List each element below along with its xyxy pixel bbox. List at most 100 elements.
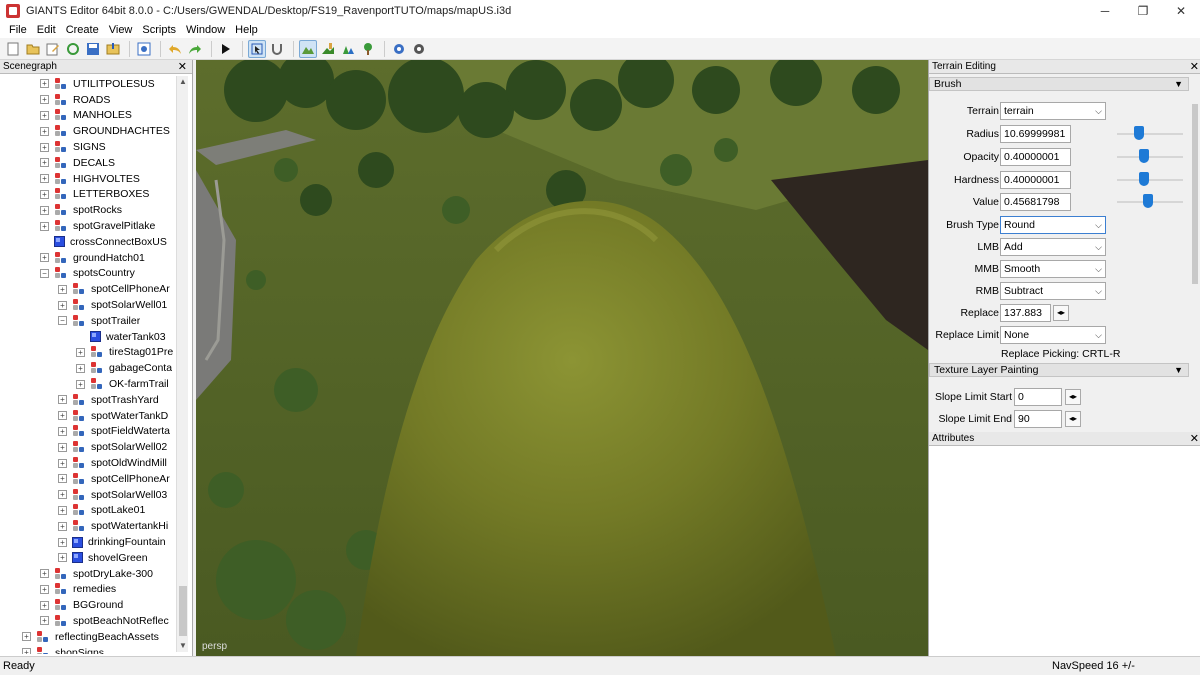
lmb-select[interactable]: Add ⌵ [1000,238,1106,256]
expand-node-icon[interactable]: + [58,553,67,563]
expand-node-icon[interactable]: + [22,632,31,642]
slope-start-stepper[interactable]: ◂▸ [1065,389,1081,405]
expand-node-icon[interactable]: + [40,142,49,152]
settings-icon[interactable] [390,40,408,58]
tree-node[interactable]: − spotTrailer [0,313,176,329]
tree-node[interactable]: + spotWaterTankD [0,408,176,424]
undo-icon[interactable] [166,40,184,58]
magnet-icon[interactable] [268,40,286,58]
brush-section-header[interactable]: Brush ▼ [929,77,1189,91]
tree-node[interactable]: + shovelGreen [0,550,176,566]
hardness-slider-thumb[interactable] [1139,172,1150,186]
expand-node-icon[interactable]: + [40,616,49,626]
tree-node[interactable]: crossConnectBoxUS [0,234,176,250]
tree-node[interactable]: + spotBeachNotReflec [0,613,176,629]
collapse-caret-icon[interactable]: ▼ [1174,364,1183,376]
expand-node-icon[interactable]: + [76,379,85,389]
tree-node[interactable]: − spotsCountry [0,266,176,282]
expand-node-icon[interactable]: + [40,600,49,610]
tree-node[interactable]: + spotSolarWell02 [0,439,176,455]
tree-node[interactable]: + ROADS [0,92,176,108]
tree-node[interactable]: + LETTERBOXES [0,187,176,203]
scenegraph-scrollbar[interactable]: ▲ ▼ [176,76,188,652]
new-icon[interactable] [4,40,22,58]
tree-node[interactable]: + GROUNDHACHTES [0,123,176,139]
import-icon[interactable] [104,40,122,58]
tree-node[interactable]: + UTILITPOLESUS [0,76,176,92]
tree-node[interactable]: + spotWatertankHi [0,518,176,534]
expand-node-icon[interactable]: + [76,347,85,357]
tree-node[interactable]: + spotCellPhoneAr [0,281,176,297]
tree-paint-icon[interactable] [359,40,377,58]
tree-node[interactable]: + BGGround [0,597,176,613]
foliage-icon[interactable] [339,40,357,58]
tree-node[interactable]: + remedies [0,582,176,598]
tree-node[interactable]: + spotGravelPitlake [0,218,176,234]
expand-node-icon[interactable]: + [40,205,49,215]
scenegraph-close-icon[interactable]: ✕ [178,60,187,74]
redo-icon[interactable] [186,40,204,58]
replace-input[interactable]: 137.883 [1000,304,1051,322]
expand-node-icon[interactable]: + [58,505,67,515]
expand-node-icon[interactable]: + [58,537,67,547]
expand-node-icon[interactable]: + [58,426,67,436]
tree-node[interactable]: + DECALS [0,155,176,171]
tree-node[interactable]: + reflectingBeachAssets [0,629,176,645]
tree-node[interactable]: + tireStag01Pre [0,345,176,361]
tree-node[interactable]: + shopSigns [0,645,176,654]
opacity-slider-track[interactable] [1117,156,1183,158]
expand-node-icon[interactable]: + [58,284,67,294]
expand-node-icon[interactable]: + [40,253,49,263]
settings-alt-icon[interactable] [410,40,428,58]
expand-node-icon[interactable]: + [40,95,49,105]
expand-node-icon[interactable]: + [40,79,49,89]
expand-node-icon[interactable]: + [22,648,31,654]
scroll-up-icon[interactable]: ▲ [177,76,189,88]
maximize-button[interactable]: ❐ [1124,0,1162,22]
collapse-caret-icon[interactable]: ▼ [1174,78,1183,90]
play-icon[interactable] [217,40,235,58]
expand-node-icon[interactable]: + [40,569,49,579]
radius-slider-thumb[interactable] [1133,126,1144,140]
close-button[interactable]: ✕ [1162,0,1200,22]
slope-end-input[interactable]: 90 [1014,410,1062,428]
expand-node-icon[interactable]: + [76,363,85,373]
hardness-slider-track[interactable] [1117,179,1183,181]
radius-slider-track[interactable] [1117,133,1183,135]
replace-limit-select[interactable]: None ⌵ [1000,326,1106,344]
tree-node[interactable]: + spotTrashYard [0,392,176,408]
tree-node[interactable]: + OK-farmTrail [0,376,176,392]
value-slider-thumb[interactable] [1142,194,1153,208]
tree-node[interactable]: + spotCellPhoneAr [0,471,176,487]
value-input[interactable]: 0.45681798 [1000,193,1071,211]
tree-node[interactable]: + drinkingFountain [0,534,176,550]
tree-node[interactable]: + spotDryLake-300 [0,566,176,582]
slope-start-input[interactable]: 0 [1014,388,1062,406]
export-icon[interactable] [135,40,153,58]
slope-end-stepper[interactable]: ◂▸ [1065,411,1081,427]
opacity-input[interactable]: 0.40000001 [1000,148,1071,166]
expand-node-icon[interactable]: + [40,174,49,184]
mmb-select[interactable]: Smooth ⌵ [1000,260,1106,278]
terrain-editing-close-icon[interactable]: ✕ [1190,60,1199,74]
tree-node[interactable]: + gabageConta [0,360,176,376]
terrain-paint-icon[interactable] [319,40,337,58]
expand-node-icon[interactable]: + [40,110,49,120]
scenegraph-tree[interactable]: + UTILITPOLESUS + ROADS + MANHOLES + GROUNDHACH… [0,76,176,654]
tree-node[interactable]: waterTank03 [0,329,176,345]
tree-node[interactable]: + spotRocks [0,202,176,218]
menu-scripts[interactable]: Scripts [137,24,181,36]
terrain-sculpt-icon[interactable] [299,39,317,58]
tree-node[interactable]: + HIGHVOLTES [0,171,176,187]
menu-help[interactable]: Help [230,24,263,36]
scroll-down-icon[interactable]: ▼ [177,640,189,652]
refresh-icon[interactable] [64,40,82,58]
terrain-panel-scroll-thumb[interactable] [1192,104,1198,284]
open-icon[interactable] [24,40,42,58]
menu-window[interactable]: Window [181,24,230,36]
texture-section-header[interactable]: Texture Layer Painting ▼ [929,363,1189,377]
attributes-close-icon[interactable]: ✕ [1190,432,1199,446]
expand-node-icon[interactable]: + [40,584,49,594]
select-icon[interactable] [248,39,266,58]
collapse-node-icon[interactable]: − [58,316,67,326]
